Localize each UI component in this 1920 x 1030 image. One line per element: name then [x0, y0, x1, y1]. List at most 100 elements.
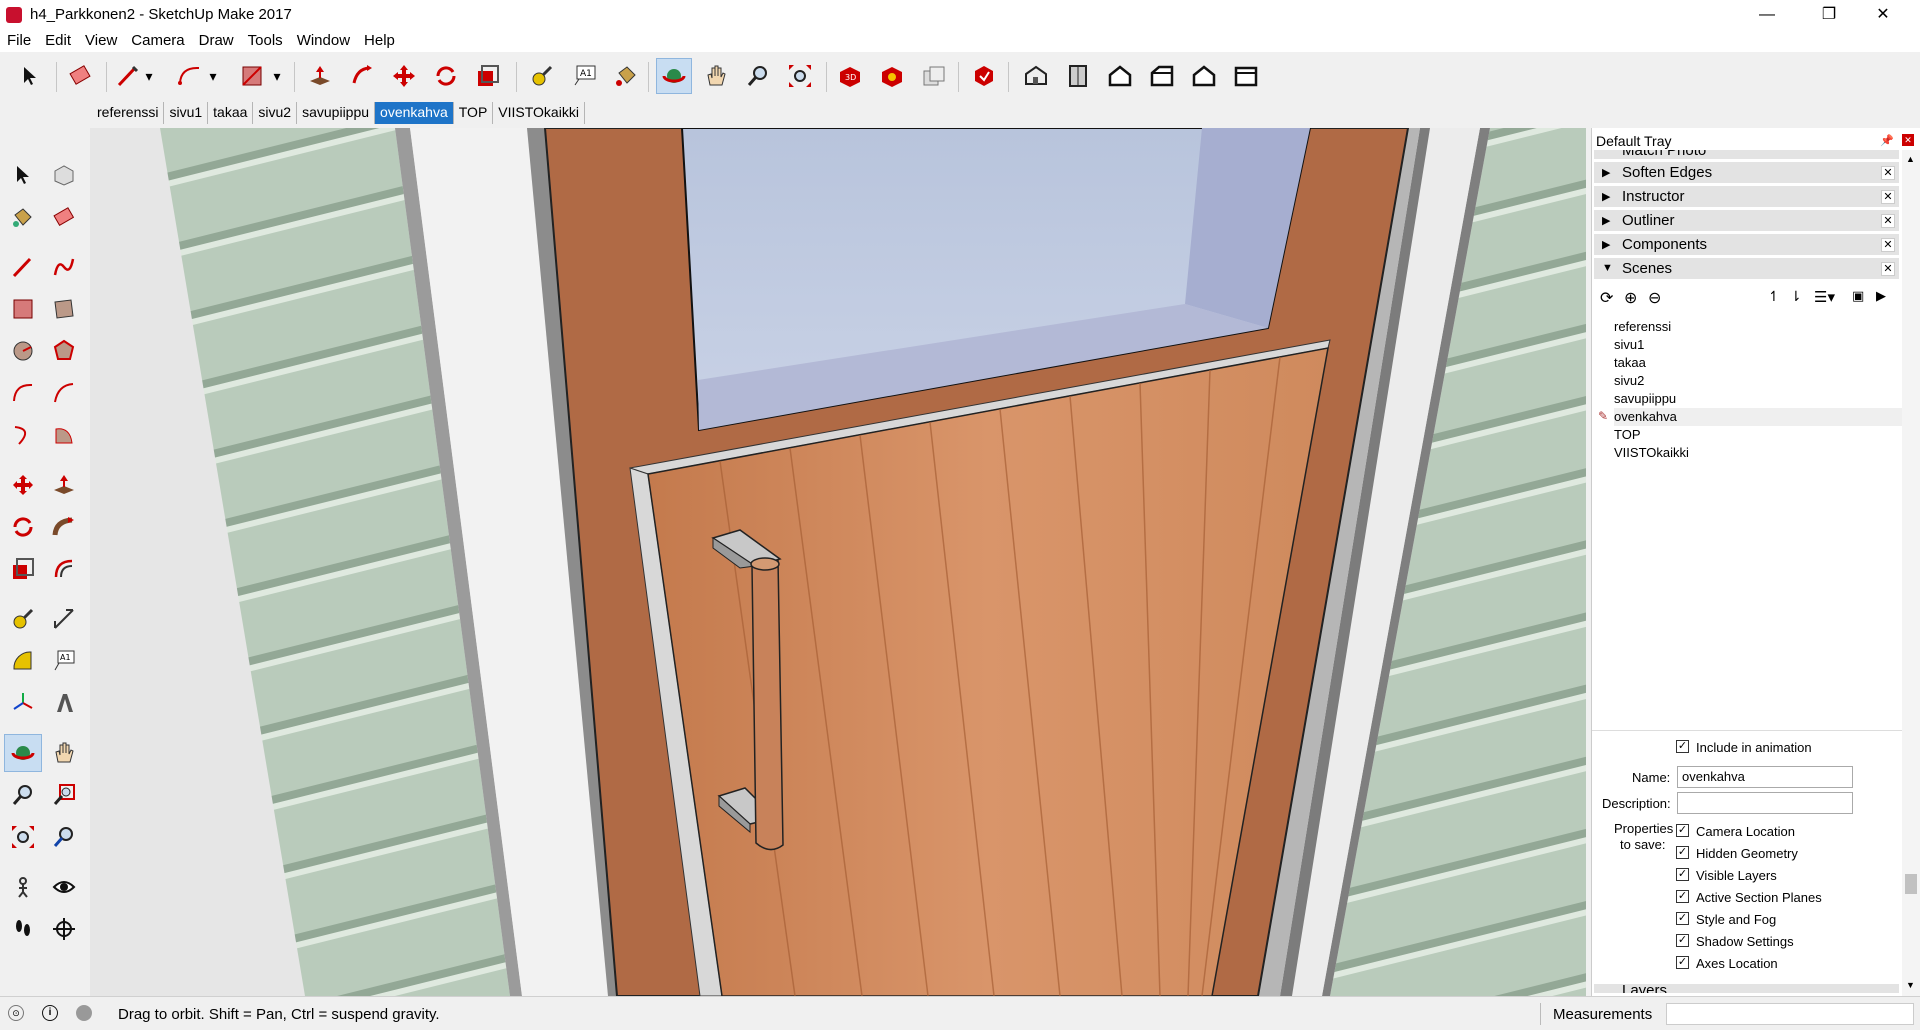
section-plane-icon[interactable]: [45, 910, 83, 948]
geo-location-icon[interactable]: ⊙: [8, 1005, 24, 1021]
scroll-thumb[interactable]: [1905, 874, 1917, 894]
paint-bucket-icon[interactable]: [4, 198, 42, 236]
arc-tool-icon[interactable]: [172, 58, 208, 94]
eraser-icon[interactable]: [45, 198, 83, 236]
shadow-settings-checkbox[interactable]: ✓: [1676, 934, 1689, 947]
pin-icon[interactable]: 📌: [1880, 134, 1894, 147]
visible-layers-checkbox[interactable]: ✓: [1676, 868, 1689, 881]
hidden-geometry-checkbox[interactable]: ✓: [1676, 846, 1689, 859]
rotate-icon[interactable]: [4, 508, 42, 546]
look-around-icon[interactable]: [45, 868, 83, 906]
top-view-icon[interactable]: [1060, 58, 1096, 94]
close-button[interactable]: ✕: [1860, 0, 1906, 30]
three-point-arc-icon[interactable]: [4, 416, 42, 454]
add-scene-icon[interactable]: ⊕: [1624, 288, 1637, 308]
scene-list-item[interactable]: sivu2: [1614, 372, 1918, 390]
show-details-icon[interactable]: ▶: [1876, 288, 1886, 304]
panel-soften-edges[interactable]: ▶ Soften Edges ✕: [1594, 162, 1899, 184]
scale-tool-icon[interactable]: [470, 58, 506, 94]
pan-icon[interactable]: [45, 734, 83, 772]
credits-icon[interactable]: i: [42, 1005, 58, 1021]
scene-tab-top[interactable]: TOP: [454, 102, 494, 124]
panel-outliner[interactable]: ▶ Outliner ✕: [1594, 210, 1899, 232]
update-scene-icon[interactable]: ⟳: [1600, 288, 1613, 308]
select-tool-icon[interactable]: [12, 58, 48, 94]
panel-scenes[interactable]: ▼ Scenes ✕: [1594, 258, 1899, 280]
move-scene-down-icon[interactable]: ⇂: [1790, 288, 1802, 305]
camera-location-checkbox[interactable]: ✓: [1676, 824, 1689, 837]
menu-camera[interactable]: Camera: [124, 30, 191, 49]
text-icon[interactable]: A1: [45, 642, 83, 680]
tray-scrollbar[interactable]: ▲ ▼: [1902, 150, 1920, 996]
scene-description-field[interactable]: [1677, 792, 1853, 814]
circle-icon[interactable]: [4, 332, 42, 370]
push-pull-icon[interactable]: [45, 466, 83, 504]
scene-list-item[interactable]: takaa: [1614, 354, 1918, 372]
model-view-canvas[interactable]: [90, 128, 1586, 996]
scene-tab-sivu1[interactable]: sivu1: [164, 102, 209, 124]
scroll-down-icon[interactable]: ▼: [1906, 980, 1915, 990]
menu-tools[interactable]: Tools: [241, 30, 290, 49]
3d-text-icon[interactable]: [45, 684, 83, 722]
extension-warehouse-icon[interactable]: [874, 58, 910, 94]
freehand-icon[interactable]: [45, 248, 83, 286]
menu-file[interactable]: File: [0, 30, 38, 49]
zoom-icon[interactable]: [4, 776, 42, 814]
scene-tab-referenssi[interactable]: referenssi: [92, 102, 165, 124]
scene-tab-takaa[interactable]: takaa: [208, 102, 254, 124]
panel-close-icon[interactable]: ✕: [1881, 214, 1895, 228]
scene-thumbnails-icon[interactable]: ▣: [1852, 288, 1864, 304]
panel-instructor[interactable]: ▶ Instructor ✕: [1594, 186, 1899, 208]
view-options-icon[interactable]: ☰▾: [1814, 288, 1835, 306]
panel-close-icon[interactable]: ✕: [1881, 238, 1895, 252]
tape-measure-tool-icon[interactable]: [524, 58, 560, 94]
iso-view-icon[interactable]: [1018, 58, 1054, 94]
zoom-extents-tool-icon[interactable]: [782, 58, 818, 94]
dimension-icon[interactable]: [45, 600, 83, 638]
scene-list-item[interactable]: VIISTOkaikki: [1614, 444, 1918, 462]
axes-icon[interactable]: [4, 684, 42, 722]
scene-list-item[interactable]: savupiippu: [1614, 390, 1918, 408]
arc-dropdown-icon[interactable]: ▾: [204, 58, 222, 94]
scene-list-item-current[interactable]: ovenkahva: [1614, 408, 1918, 426]
line-dropdown-icon[interactable]: ▾: [140, 58, 158, 94]
scene-tab-viistokaikki[interactable]: VIISTOkaikki: [493, 102, 585, 124]
shape-dropdown-icon[interactable]: ▾: [268, 58, 286, 94]
menu-edit[interactable]: Edit: [38, 30, 78, 49]
two-point-arc-icon[interactable]: [45, 374, 83, 412]
orbit-tool-icon[interactable]: [656, 58, 692, 94]
axes-location-checkbox[interactable]: ✓: [1676, 956, 1689, 969]
scale-icon[interactable]: [4, 550, 42, 588]
scene-list-item[interactable]: sivu1: [1614, 336, 1918, 354]
move-tool-icon[interactable]: [386, 58, 422, 94]
eraser-tool-icon[interactable]: [62, 58, 98, 94]
follow-me-icon[interactable]: [45, 508, 83, 546]
scene-name-field[interactable]: ovenkahva: [1677, 766, 1853, 788]
make-component-icon[interactable]: [45, 156, 83, 194]
restore-button[interactable]: ❐: [1806, 0, 1852, 30]
panel-close-icon[interactable]: ✕: [1881, 262, 1895, 276]
menu-view[interactable]: View: [78, 30, 124, 49]
select-icon[interactable]: [4, 156, 42, 194]
rectangle-tool-icon[interactable]: [234, 58, 270, 94]
zoom-window-icon[interactable]: [45, 776, 83, 814]
minimize-button[interactable]: —: [1744, 0, 1790, 30]
account-icon[interactable]: [76, 1005, 92, 1021]
rotated-rectangle-icon[interactable]: [45, 290, 83, 328]
pan-tool-icon[interactable]: [698, 58, 734, 94]
previous-view-icon[interactable]: [45, 818, 83, 856]
style-and-fog-checkbox[interactable]: ✓: [1676, 912, 1689, 925]
measurements-input[interactable]: [1666, 1003, 1914, 1025]
extension-manager-icon[interactable]: [966, 58, 1002, 94]
model-viewport[interactable]: [90, 128, 1586, 996]
text-tool-icon[interactable]: A1: [566, 58, 602, 94]
zoom-tool-icon[interactable]: [740, 58, 776, 94]
line-icon[interactable]: [4, 248, 42, 286]
menu-window[interactable]: Window: [290, 30, 357, 49]
rotate-tool-icon[interactable]: [428, 58, 464, 94]
offset-icon[interactable]: [45, 550, 83, 588]
tray-close-icon[interactable]: ✕: [1902, 134, 1914, 146]
scene-tab-ovenkahva[interactable]: ovenkahva: [375, 102, 454, 124]
front-view-icon[interactable]: [1102, 58, 1138, 94]
push-pull-tool-icon[interactable]: [302, 58, 338, 94]
